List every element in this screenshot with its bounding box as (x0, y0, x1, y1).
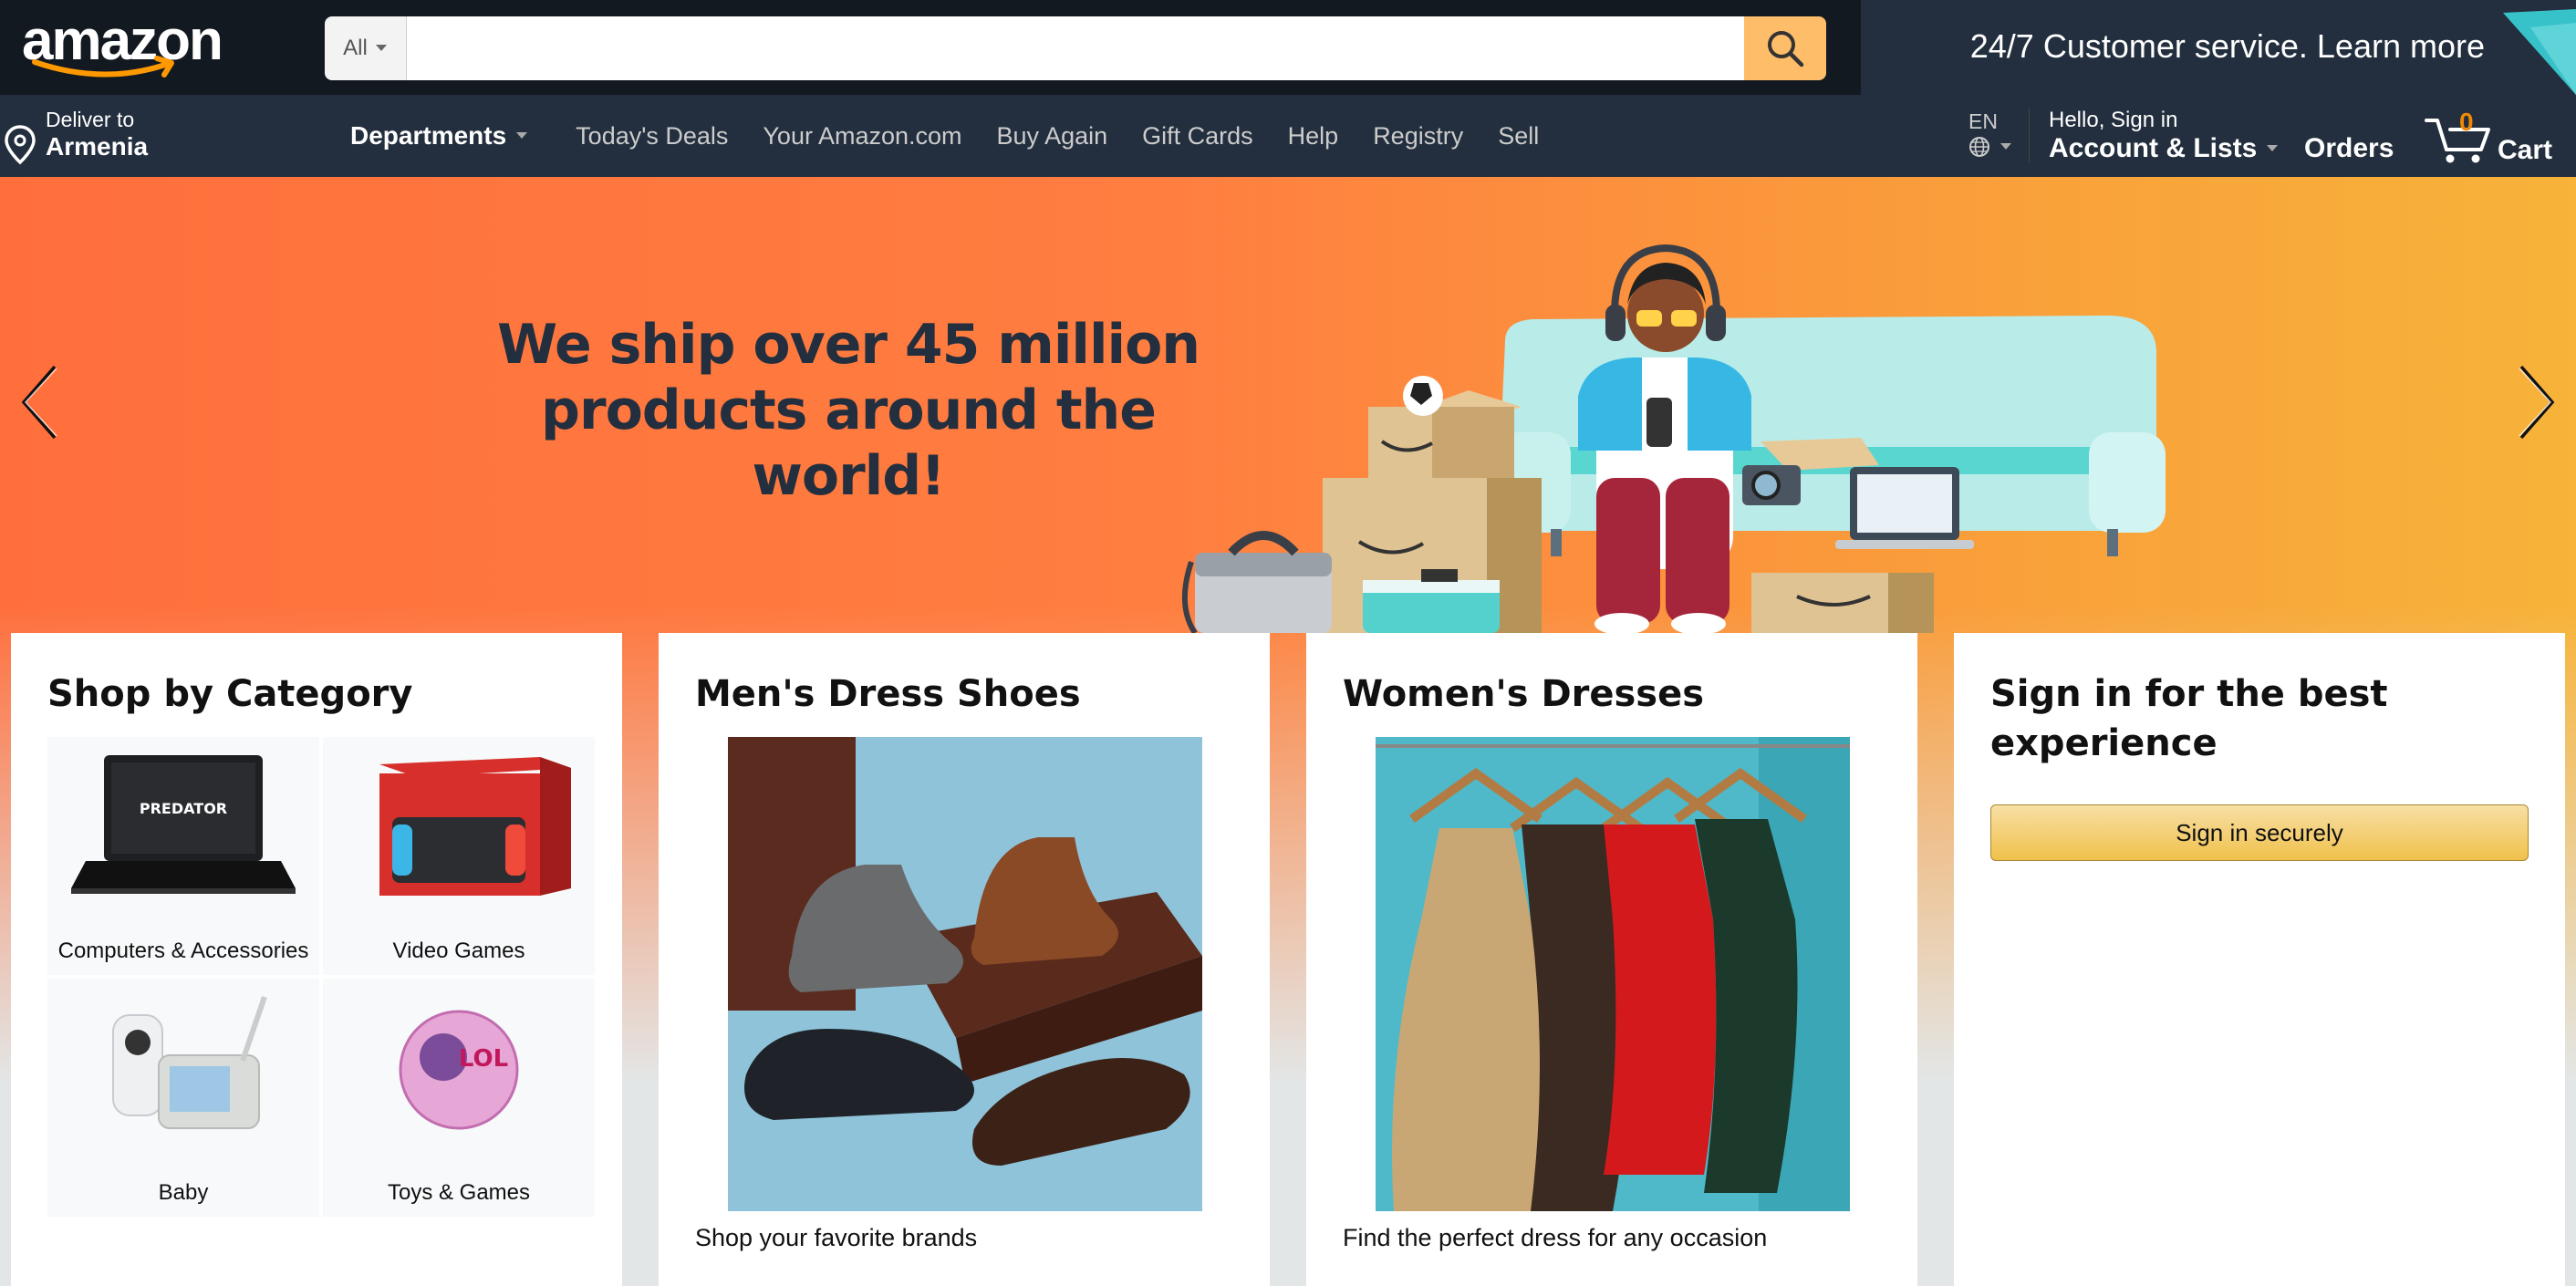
search-input[interactable] (407, 16, 1744, 80)
nav-divider (2029, 108, 2030, 162)
card-title: Shop by Category (47, 673, 413, 715)
search-button[interactable] (1744, 16, 1826, 80)
logo-smile-icon (32, 56, 174, 78)
nav-link-sell[interactable]: Sell (1498, 122, 1539, 150)
cart-count: 0 (2459, 108, 2474, 136)
caret-down-icon (2000, 143, 2011, 150)
account-greeting: Hello, Sign in (2049, 108, 2178, 132)
category-tile-baby[interactable]: Baby (47, 979, 319, 1217)
category-label: Computers & Accessories (57, 939, 309, 963)
nav-link-buy-again[interactable]: Buy Again (997, 122, 1108, 150)
category-label: Baby (158, 1180, 209, 1205)
category-grid: PREDATOR Computers & Accessories Video G… (47, 737, 595, 1217)
card-title: Sign in for the best experience (1990, 669, 2388, 768)
account-lists-label: Account & Lists (2049, 133, 2258, 163)
laptop-image: PREDATOR (71, 755, 296, 894)
nav-link-gift-cards[interactable]: Gift Cards (1142, 122, 1253, 150)
language-selector[interactable]: EN (1968, 109, 2012, 158)
customer-service-text: 24/7 Customer service. Learn more (1969, 27, 2485, 65)
dress-shoes-image (728, 737, 1202, 1211)
sign-in-button[interactable]: Sign in securely (1990, 804, 2529, 861)
hero-headline: We ship over 45 million products around … (438, 312, 1259, 509)
search-icon (1768, 31, 1804, 67)
search-department-label: All (343, 36, 368, 60)
customer-service-banner[interactable]: 24/7 Customer service. Learn more (1861, 0, 2576, 95)
hero-illustration (1181, 244, 2166, 633)
orders-link[interactable]: Orders (2304, 133, 2394, 164)
card-womens-dresses[interactable]: Women's Dresses Find the perfect dress f… (1306, 633, 1917, 1286)
search-department-select[interactable]: All (325, 16, 407, 80)
card-mens-dress-shoes[interactable]: Men's Dress Shoes Shop your favorite bra… (659, 633, 1270, 1286)
carousel-prev-arrow-icon[interactable] (13, 361, 68, 443)
carousel-next-arrow-icon[interactable] (2508, 361, 2563, 443)
deliver-to-location[interactable]: Deliver to Armenia (4, 108, 148, 166)
svg-text:PREDATOR: PREDATOR (140, 800, 227, 817)
nav-link-todays-deals[interactable]: Today's Deals (576, 122, 728, 150)
signin-title-line2: experience (1990, 722, 2218, 764)
amazon-logo[interactable]: amazon (22, 13, 223, 78)
location-pin-icon (5, 125, 36, 165)
category-tile-toys[interactable]: LOL Toys & Games (323, 979, 595, 1217)
card-caption: Find the perfect dress for any occasion (1343, 1224, 1768, 1251)
account-lists-menu[interactable]: Hello, Sign in Account & Lists (2049, 108, 2279, 164)
departments-label: Departments (350, 121, 507, 150)
globe-icon (1969, 137, 1989, 157)
signin-title-line1: Sign in for the best (1990, 673, 2388, 715)
hero-headline-line1: We ship over 45 million (496, 313, 1200, 377)
top-bar: amazon All 24/7 Customer service. Learn … (0, 0, 2576, 95)
caret-down-icon (516, 132, 528, 139)
card-title: Women's Dresses (1343, 673, 1705, 715)
card-shop-by-category: Shop by Category PREDATOR Computers & Ac… (11, 633, 622, 1286)
card-sign-in: Sign in for the best experience Sign in … (1954, 633, 2565, 1286)
category-label: Video Games (392, 939, 525, 963)
svg-text:LOL: LOL (459, 1045, 508, 1073)
category-tile-video-games[interactable]: Video Games (323, 737, 595, 975)
deliver-country: Armenia (46, 132, 149, 161)
hero-headline-line2: products around the world! (541, 379, 1157, 508)
game-console-image (379, 757, 571, 896)
category-label: Toys & Games (387, 1180, 531, 1205)
card-title: Men's Dress Shoes (695, 673, 1081, 715)
card-caption: Shop your favorite brands (695, 1224, 978, 1251)
category-tile-computers[interactable]: PREDATOR Computers & Accessories (47, 737, 319, 975)
nav-links: Departments Today's Deals Your Amazon.co… (350, 95, 1574, 177)
nav-link-help[interactable]: Help (1288, 122, 1339, 150)
corner-decoration-icon (2503, 9, 2576, 95)
nav-link-your-amazon[interactable]: Your Amazon.com (763, 122, 961, 150)
nav-link-registry[interactable]: Registry (1373, 122, 1463, 150)
deliver-to-label: Deliver to (46, 108, 135, 131)
toy-ball-image: LOL (399, 1010, 519, 1130)
departments-menu[interactable]: Departments (350, 121, 528, 150)
cart-label: Cart (2498, 135, 2553, 165)
language-code: EN (1968, 109, 1998, 133)
dresses-image (1376, 737, 1850, 1211)
nav-bar: Deliver to Armenia Departments Today's D… (0, 95, 2576, 177)
cart-button[interactable]: 0 Cart (2423, 106, 2569, 170)
caret-down-icon (375, 45, 387, 51)
caret-down-icon (2267, 145, 2279, 151)
search-bar: All (325, 16, 1826, 80)
baby-monitor-image (112, 996, 267, 1129)
